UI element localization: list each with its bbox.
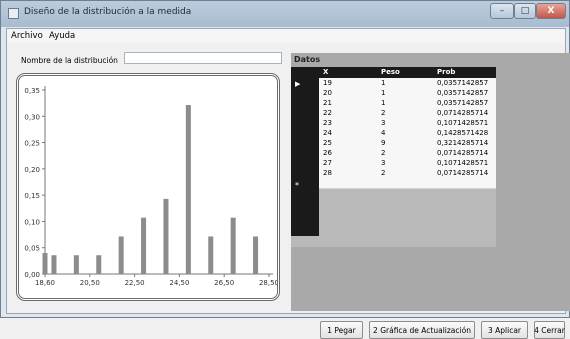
maximize-button[interactable]: □ [514, 3, 536, 19]
menu-bar: Archivo Ayuda [7, 29, 565, 43]
x-tick-label: 28,50 [259, 279, 277, 287]
new-row-indicator-icon: * [295, 181, 299, 190]
cell-x[interactable]: 21 [323, 99, 332, 107]
cell-peso[interactable]: 4 [381, 129, 385, 137]
row-header-column: ▶ * [291, 78, 319, 236]
x-tick-label: 20,50 [80, 279, 100, 287]
y-tick-label: 0,15 [24, 192, 40, 200]
y-tick-label: 0,30 [24, 113, 40, 121]
title-bar: Diseño de la distribución a la medida – … [1, 1, 569, 27]
y-tick-label: 0,25 [24, 140, 40, 148]
cell-peso[interactable]: 1 [381, 89, 385, 97]
bar [230, 217, 236, 274]
bar [42, 252, 48, 274]
cell-peso[interactable]: 1 [381, 79, 385, 87]
cell-x[interactable]: 23 [323, 119, 332, 127]
distribution-name-label: Nombre de la distribución [21, 56, 118, 65]
close-icon: X [547, 6, 555, 16]
cell-peso[interactable]: 2 [381, 109, 385, 117]
cell-prob[interactable]: 0,3214285714 [437, 139, 488, 147]
data-grid: X Peso Prob ▶ * 19 1 0,0357142857 20 1 0,0357… [291, 67, 496, 247]
close-button[interactable]: X [536, 3, 566, 19]
client-area: Archivo Ayuda Nombre de la distribución … [6, 28, 570, 339]
minimize-button[interactable]: – [490, 3, 514, 19]
grafica-actualizacion-button[interactable]: 2 Gráfica de Actualización [369, 321, 475, 339]
cell-peso[interactable]: 3 [381, 119, 385, 127]
header-peso[interactable]: Peso [381, 68, 400, 76]
cell-prob[interactable]: 0,1071428571 [437, 159, 488, 167]
y-tick-label: 0,35 [24, 87, 40, 95]
app-window: Diseño de la distribución a la medida – … [0, 0, 570, 339]
header-prob[interactable]: Prob [437, 68, 455, 76]
menu-archivo[interactable]: Archivo [11, 31, 43, 41]
cell-peso[interactable]: 3 [381, 159, 385, 167]
aplicar-button[interactable]: 3 Aplicar [481, 321, 528, 339]
cell-peso[interactable]: 1 [381, 99, 385, 107]
bar [253, 236, 259, 274]
cell-prob[interactable]: 0,0357142857 [437, 99, 488, 107]
maximize-icon: □ [520, 6, 530, 16]
bar [185, 105, 191, 274]
distribution-name-input[interactable] [124, 52, 282, 64]
cell-x[interactable]: 22 [323, 109, 332, 117]
pegar-button[interactable]: 1 Pegar [320, 321, 363, 339]
x-tick-label: 22,50 [125, 279, 145, 287]
cell-prob[interactable]: 0,1428571428 [437, 129, 488, 137]
y-tick-label: 0,10 [24, 218, 40, 226]
bar [141, 217, 147, 274]
cell-x[interactable]: 26 [323, 149, 332, 157]
cell-prob[interactable]: 0,0714285714 [437, 109, 488, 117]
cell-prob[interactable]: 0,1071428571 [437, 119, 488, 127]
distribution-chart: 0,00 0,05 0,10 0,15 0,20 0,25 0,30 0,35 18,60 20,… [24, 86, 277, 287]
cell-prob[interactable]: 0,0714285714 [437, 149, 488, 157]
x-tick-label: 26,50 [214, 279, 234, 287]
minimize-icon: – [499, 6, 505, 16]
datos-title: Datos [294, 55, 321, 64]
app-icon [8, 8, 19, 19]
bar [208, 236, 214, 274]
cell-x[interactable]: 24 [323, 129, 332, 137]
cell-peso[interactable]: 9 [381, 139, 385, 147]
bar [73, 255, 79, 274]
menu-ayuda[interactable]: Ayuda [49, 31, 75, 41]
cell-prob[interactable]: 0,0714285714 [437, 169, 488, 177]
x-tick-label: 18,60 [35, 279, 55, 287]
chart-frame: 0,00 0,05 0,10 0,15 0,20 0,25 0,30 0,35 18,60 20,… [16, 73, 280, 301]
cell-x[interactable]: 27 [323, 159, 332, 167]
header-x[interactable]: X [323, 68, 328, 76]
cell-peso[interactable]: 2 [381, 149, 385, 157]
y-tick-label: 0,05 [24, 245, 40, 253]
new-row[interactable] [319, 178, 496, 189]
cell-x[interactable]: 25 [323, 139, 332, 147]
cerrar-button[interactable]: 4 Cerrar [534, 321, 565, 339]
window-title: Diseño de la distribución a la medida [24, 7, 192, 17]
y-tick-label: 0,20 [24, 166, 40, 174]
x-tick-label: 24,50 [169, 279, 189, 287]
bar [96, 255, 102, 274]
bar [51, 255, 57, 274]
cell-peso[interactable]: 2 [381, 169, 385, 177]
cell-x[interactable]: 19 [323, 79, 332, 87]
cell-x[interactable]: 28 [323, 169, 332, 177]
grid-header: X Peso Prob [291, 67, 496, 78]
cell-prob[interactable]: 0,0357142857 [437, 89, 488, 97]
cell-x[interactable]: 20 [323, 89, 332, 97]
current-row-indicator-icon: ▶ [295, 80, 301, 88]
cell-prob[interactable]: 0,0357142857 [437, 79, 488, 87]
datos-panel: Datos X Peso Prob ▶ * 19 1 0,0357142857 20 1… [291, 53, 570, 311]
bar [163, 198, 169, 274]
y-tick-label: 0,00 [24, 271, 40, 279]
bar [118, 236, 124, 274]
